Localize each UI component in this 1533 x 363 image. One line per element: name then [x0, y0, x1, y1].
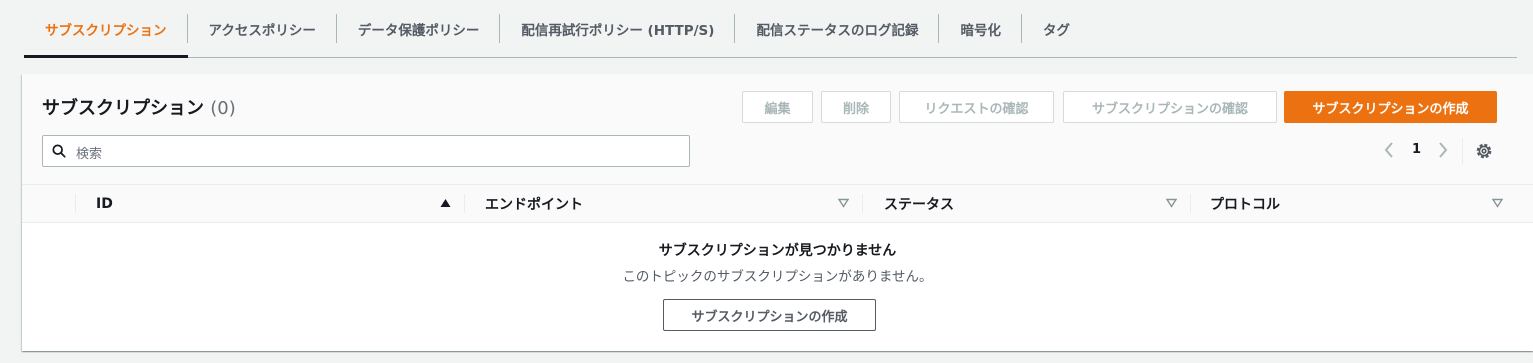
- column-status[interactable]: ステータス: [884, 185, 954, 222]
- chevron-left-icon[interactable]: [1383, 141, 1395, 159]
- chevron-right-icon[interactable]: [1437, 141, 1449, 159]
- sort-ascending-icon[interactable]: [440, 198, 451, 208]
- tab-label: データ保護ポリシー: [357, 22, 480, 39]
- sort-icon[interactable]: [838, 198, 849, 208]
- search-input[interactable]: 検索: [42, 135, 690, 167]
- search-icon: [52, 144, 66, 158]
- page-number[interactable]: 1: [1412, 142, 1421, 157]
- tab-delivery-status-logging[interactable]: 配信ステータスのログ記録: [735, 0, 940, 57]
- panel-title: サブスクリプション (0): [42, 94, 236, 120]
- tab-tags[interactable]: タグ: [1022, 0, 1091, 57]
- tab-encryption[interactable]: 暗号化: [939, 0, 1022, 57]
- panel-header: サブスクリプション (0) 編集 削除 リクエストの確認 サブスクリプションの確…: [22, 74, 1533, 185]
- tab-access-policy[interactable]: アクセスポリシー: [188, 0, 337, 57]
- subscriptions-panel: サブスクリプション (0) 編集 削除 リクエストの確認 サブスクリプションの確…: [22, 74, 1533, 351]
- table-header: ID エンドポイント ステータス プロトコル: [22, 185, 1533, 223]
- tab-label: サブスクリプション: [45, 22, 167, 39]
- tab-delivery-retry-policy[interactable]: 配信再試行ポリシー (HTTP/S): [500, 0, 736, 57]
- edit-button[interactable]: 編集: [742, 91, 813, 123]
- divider: [1462, 138, 1463, 164]
- empty-create-subscription-button[interactable]: サブスクリプションの作成: [663, 299, 876, 331]
- confirm-request-button[interactable]: リクエストの確認: [899, 91, 1054, 123]
- sort-icon[interactable]: [1492, 198, 1503, 208]
- tab-label: アクセスポリシー: [208, 22, 316, 39]
- sort-icon[interactable]: [1166, 198, 1177, 208]
- create-subscription-button[interactable]: サブスクリプションの作成: [1284, 91, 1497, 123]
- panel-title-text: サブスクリプション: [42, 98, 204, 119]
- column-protocol[interactable]: プロトコル: [1210, 185, 1280, 222]
- tab-data-protection-policy[interactable]: データ保護ポリシー: [337, 0, 501, 57]
- tab-label: 配信再試行ポリシー (HTTP/S): [521, 22, 715, 39]
- confirm-subscription-button[interactable]: サブスクリプションの確認: [1063, 91, 1277, 123]
- column-id[interactable]: ID: [96, 185, 113, 222]
- tab-bar: サブスクリプション アクセスポリシー データ保護ポリシー 配信再試行ポリシー (…: [24, 0, 1517, 58]
- column-endpoint[interactable]: エンドポイント: [485, 185, 583, 222]
- tab-label: タグ: [1042, 22, 1070, 39]
- gear-icon[interactable]: [1474, 141, 1494, 161]
- tab-label: 暗号化: [960, 22, 1001, 39]
- delete-button[interactable]: 削除: [821, 91, 891, 123]
- tab-subscriptions[interactable]: サブスクリプション: [24, 0, 188, 58]
- subscription-count: (0): [210, 98, 236, 119]
- tab-label: 配信ステータスのログ記録: [756, 22, 919, 39]
- empty-state-description: このトピックのサブスクリプションがありません。: [622, 269, 933, 285]
- empty-state-title: サブスクリプションが見つかりません: [658, 243, 897, 259]
- search-placeholder: 検索: [76, 147, 103, 162]
